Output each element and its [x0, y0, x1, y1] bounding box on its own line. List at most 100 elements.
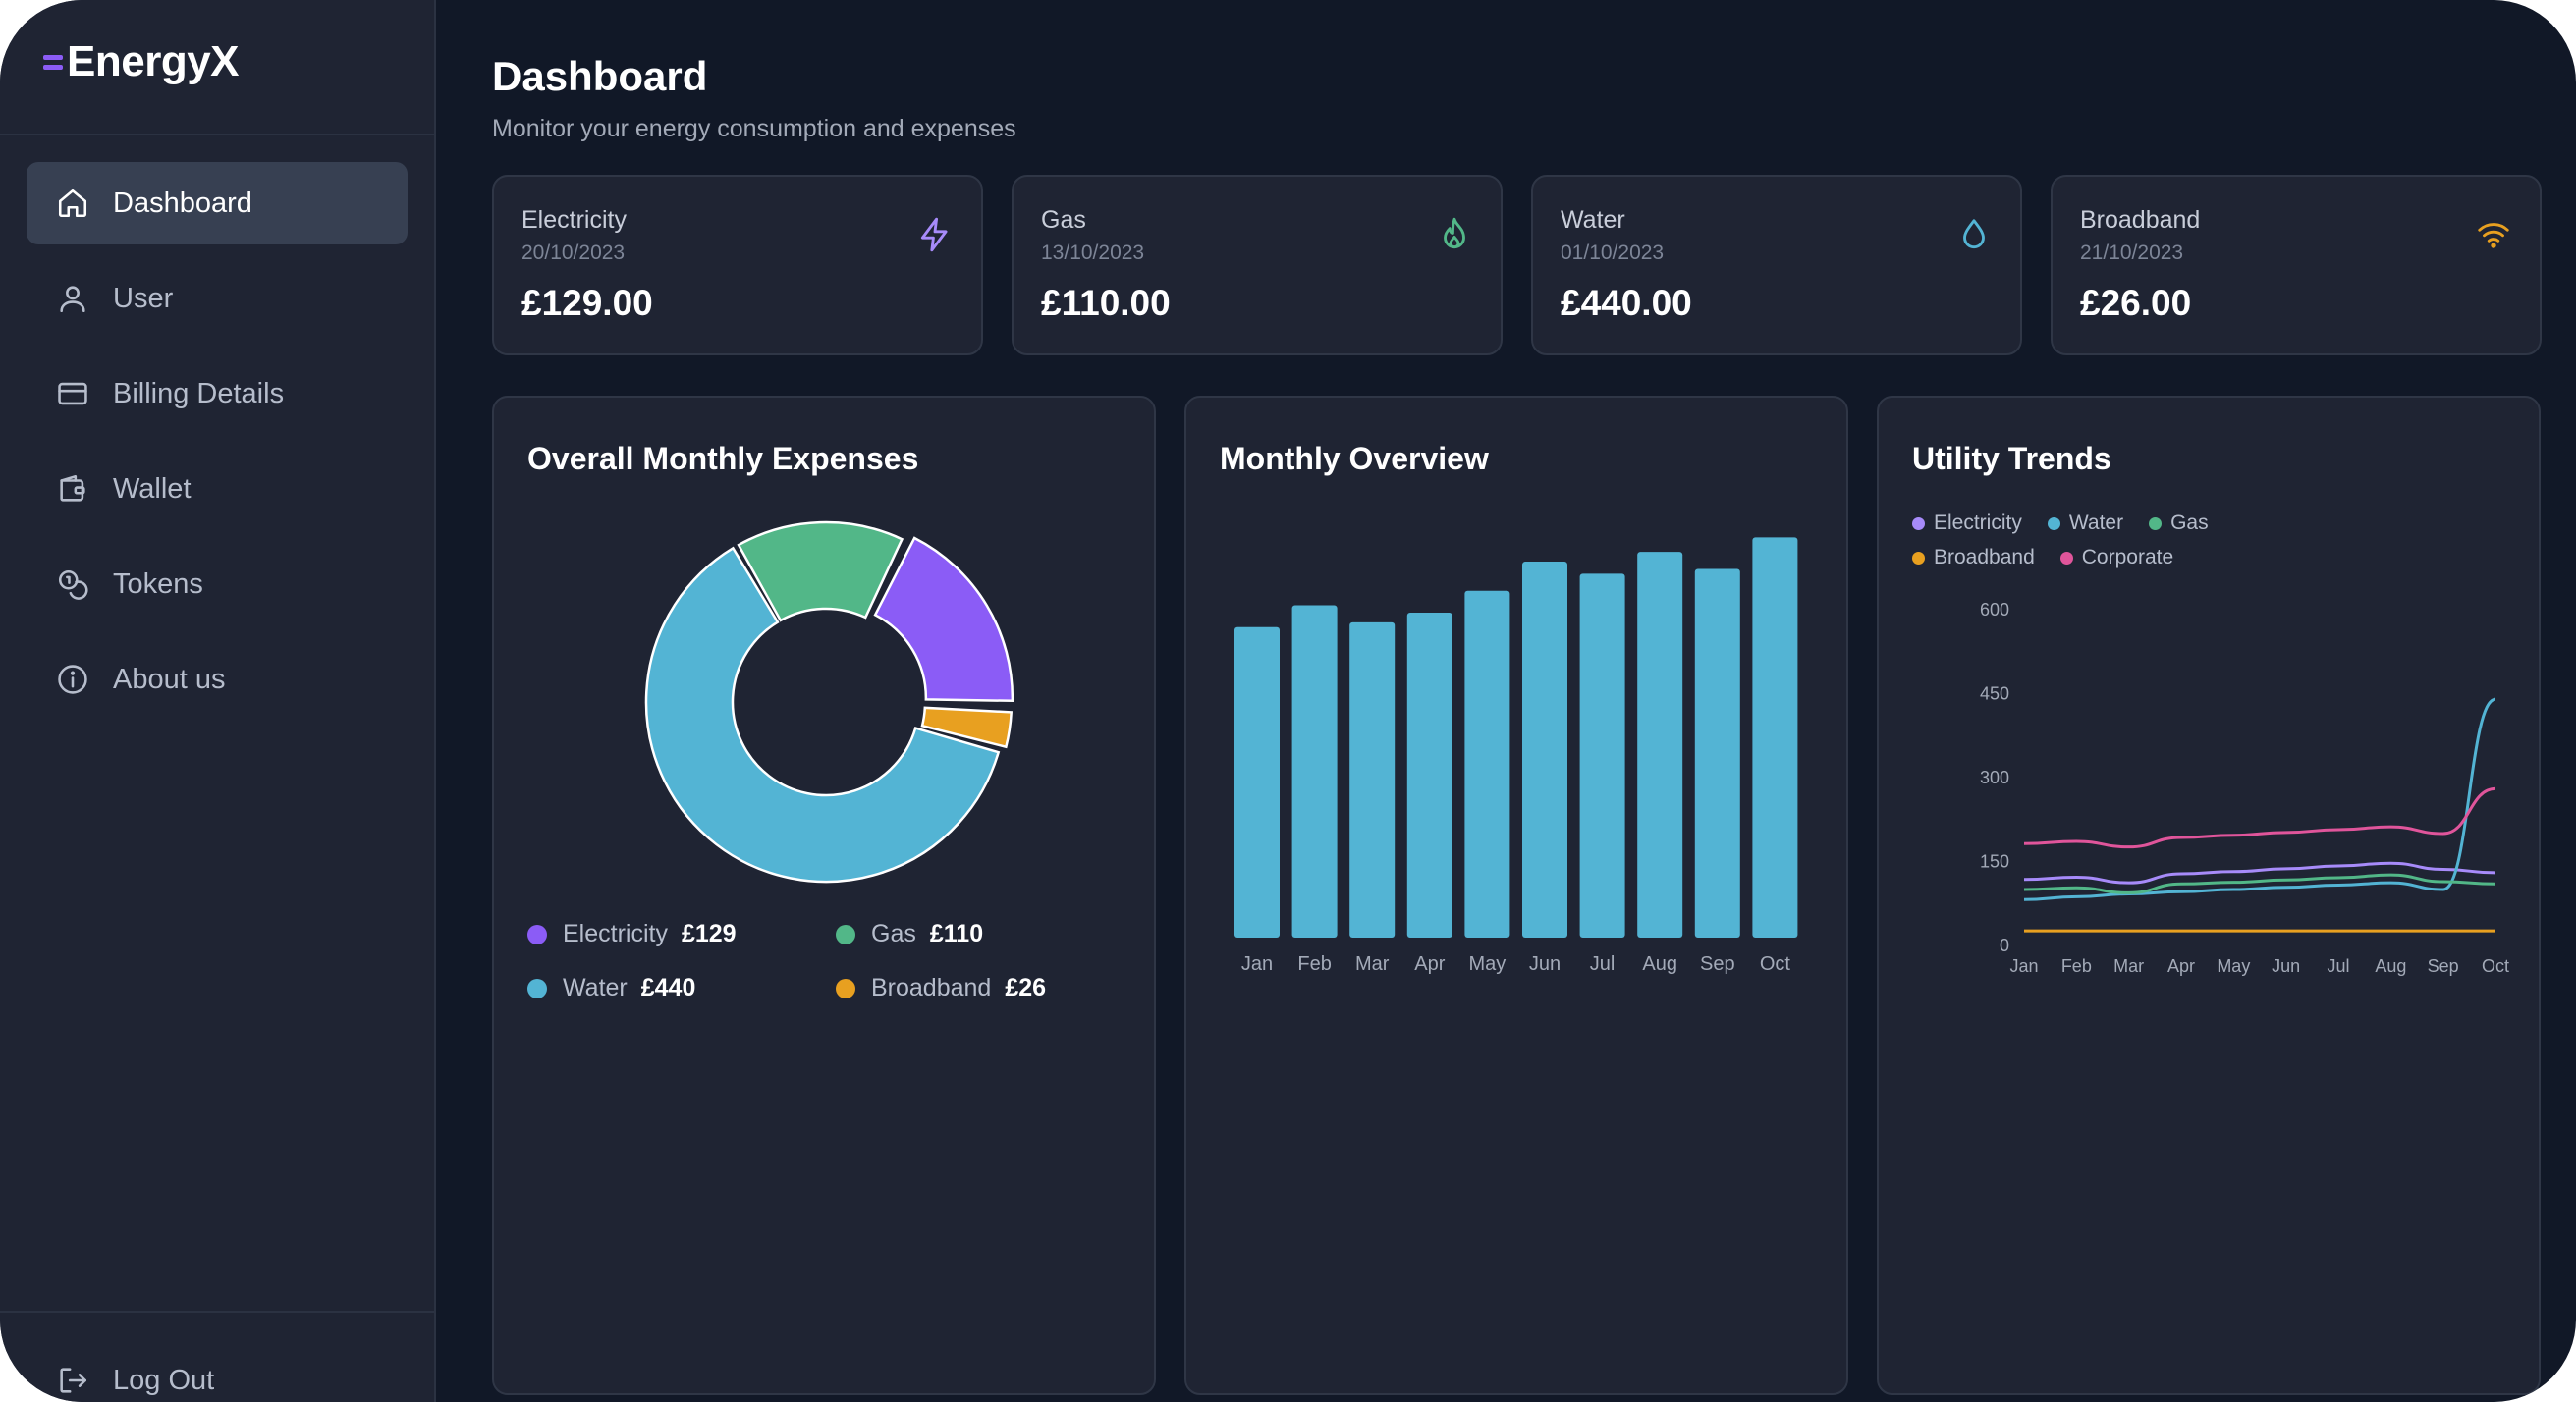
- sidebar-item-label: Wallet: [113, 472, 192, 505]
- x-tick-label: Apr: [2167, 956, 2195, 976]
- x-tick-label: Feb: [1297, 953, 1331, 975]
- logout-button[interactable]: Log Out: [27, 1339, 408, 1402]
- donut-chart: [644, 520, 1014, 884]
- summary-card-gas[interactable]: Gas 13/10/2023 £110.00: [1012, 175, 1503, 355]
- x-tick-label: Jun: [1529, 953, 1561, 975]
- card-label: Broadband: [2080, 206, 2201, 234]
- x-tick-label: Mar: [2113, 956, 2144, 976]
- legend-item-gas: Gas £110: [836, 920, 983, 948]
- legend-item-broadband: Broadband £26: [836, 974, 1046, 1002]
- legend-dot: [527, 978, 547, 998]
- x-tick-label: Jan: [2009, 956, 2038, 976]
- legend-item-electricity: Electricity £129: [527, 920, 737, 948]
- user-icon: [60, 286, 85, 313]
- y-tick-label: 150: [1980, 852, 2009, 872]
- bar-sep[interactable]: [1694, 568, 1740, 938]
- y-tick-label: 600: [1980, 600, 2009, 620]
- legend-dot: [836, 924, 855, 944]
- x-tick-label: Sep: [2428, 956, 2459, 976]
- sidebar-item-billing-details[interactable]: Billing Details: [27, 352, 408, 435]
- app-window: EnergyX Dashboard User Billing Details W…: [0, 0, 2576, 1402]
- wallet-icon: [60, 474, 85, 502]
- bar-jan[interactable]: [1234, 626, 1280, 938]
- x-tick-label: Jul: [1590, 953, 1616, 975]
- line-chart: 0 150 300 450 600 Jan Feb Mar Apr May Jun Jul Aug Sep…: [1980, 600, 2509, 976]
- legend-label: Broadband: [871, 974, 992, 1001]
- lightning-icon: [920, 217, 948, 252]
- bar-may[interactable]: [1464, 590, 1510, 938]
- legend-value: £440: [640, 974, 696, 1001]
- x-tick-label: Feb: [2061, 956, 2092, 976]
- card-date: 01/10/2023: [1561, 242, 1665, 264]
- bar-jul[interactable]: [1579, 573, 1625, 938]
- divider: [0, 134, 434, 135]
- home-icon: [58, 189, 87, 218]
- legend-label: Electricity: [563, 920, 668, 947]
- y-tick-label: 300: [1980, 768, 2009, 787]
- credit-card-icon: [58, 382, 87, 405]
- page-title: Dashboard: [492, 53, 708, 99]
- x-tick-label: Apr: [1414, 953, 1445, 975]
- panel-title: Overall Monthly Expenses: [527, 441, 919, 476]
- coins-icon: [58, 569, 88, 600]
- trends-panel: Utility Trends Electricity Water Gas Bro…: [1877, 396, 2541, 1395]
- brand-name: EnergyX: [67, 37, 240, 85]
- x-tick-label: Sep: [1700, 953, 1735, 975]
- bar-mar[interactable]: [1349, 621, 1396, 938]
- sidebar-item-wallet[interactable]: Wallet: [27, 448, 408, 530]
- card-label: Electricity: [521, 206, 627, 234]
- legend-value: £26: [1005, 974, 1047, 1001]
- card-amount: £110.00: [1041, 283, 1171, 323]
- sidebar-item-label: Tokens: [113, 567, 203, 600]
- card-label: Gas: [1041, 206, 1086, 234]
- logout-area: Log Out: [27, 1339, 408, 1402]
- card-label: Water: [1561, 206, 1625, 234]
- summary-card-water[interactable]: Water 01/10/2023 £440.00: [1531, 175, 2022, 355]
- sidebar-item-user[interactable]: User: [27, 257, 408, 340]
- logout-label: Log Out: [113, 1364, 215, 1396]
- summary-card-broadband[interactable]: Broadband 21/10/2023 £26.00: [2051, 175, 2542, 355]
- x-tick-label: Jan: [1241, 953, 1273, 975]
- info-icon: [58, 665, 87, 694]
- x-tick-label: Aug: [1642, 953, 1677, 975]
- legend-label: Water: [563, 974, 628, 1001]
- bar-feb[interactable]: [1291, 605, 1338, 938]
- x-tick-label: Mar: [1355, 953, 1390, 975]
- legend-dot: [836, 978, 855, 998]
- sidebar-item-label: Dashboard: [113, 187, 252, 219]
- pie-slice-electricity[interactable]: [873, 536, 1014, 703]
- brand-logo[interactable]: EnergyX: [43, 37, 240, 86]
- sidebar-nav: Dashboard User Billing Details Wallet To…: [27, 162, 408, 733]
- x-tick-label: Jun: [2272, 956, 2300, 976]
- sidebar-item-dashboard[interactable]: Dashboard: [27, 162, 408, 244]
- bar-apr[interactable]: [1406, 612, 1452, 938]
- expenses-panel: Overall Monthly Expenses Electricity £12…: [492, 396, 1156, 1395]
- y-tick-label: 0: [2000, 936, 2009, 955]
- x-tick-label: Oct: [1760, 953, 1791, 975]
- card-date: 21/10/2023: [2080, 242, 2184, 264]
- bar-aug[interactable]: [1637, 552, 1683, 938]
- flame-icon: [1444, 217, 1465, 249]
- droplet-icon: [1963, 219, 1985, 249]
- page-subtitle: Monitor your energy consumption and expe…: [492, 115, 1016, 142]
- x-tick-label: Oct: [2482, 956, 2509, 976]
- menu-icon: [43, 50, 63, 75]
- bar-oct[interactable]: [1752, 537, 1798, 938]
- card-date: 20/10/2023: [521, 242, 626, 264]
- x-tick-label: May: [2217, 956, 2250, 976]
- legend-label: Gas: [871, 920, 916, 947]
- main-content: Dashboard Monitor your energy consumptio…: [436, 0, 2576, 1402]
- card-amount: £129.00: [521, 283, 653, 323]
- card-date: 13/10/2023: [1041, 242, 1145, 264]
- line-series-corporate[interactable]: [2023, 786, 2496, 849]
- sidebar-item-tokens[interactable]: Tokens: [27, 543, 408, 625]
- sidebar-item-label: About us: [113, 663, 226, 695]
- logout-icon: [60, 1368, 87, 1393]
- summary-card-electricity[interactable]: Electricity 20/10/2023 £129.00: [492, 175, 983, 355]
- legend-dot: [527, 924, 547, 944]
- x-tick-label: Jul: [2327, 956, 2349, 976]
- card-amount: £26.00: [2080, 283, 2192, 323]
- sidebar-item-about-us[interactable]: About us: [27, 638, 408, 721]
- bar-jun[interactable]: [1522, 562, 1567, 938]
- wifi-icon: [2478, 223, 2509, 248]
